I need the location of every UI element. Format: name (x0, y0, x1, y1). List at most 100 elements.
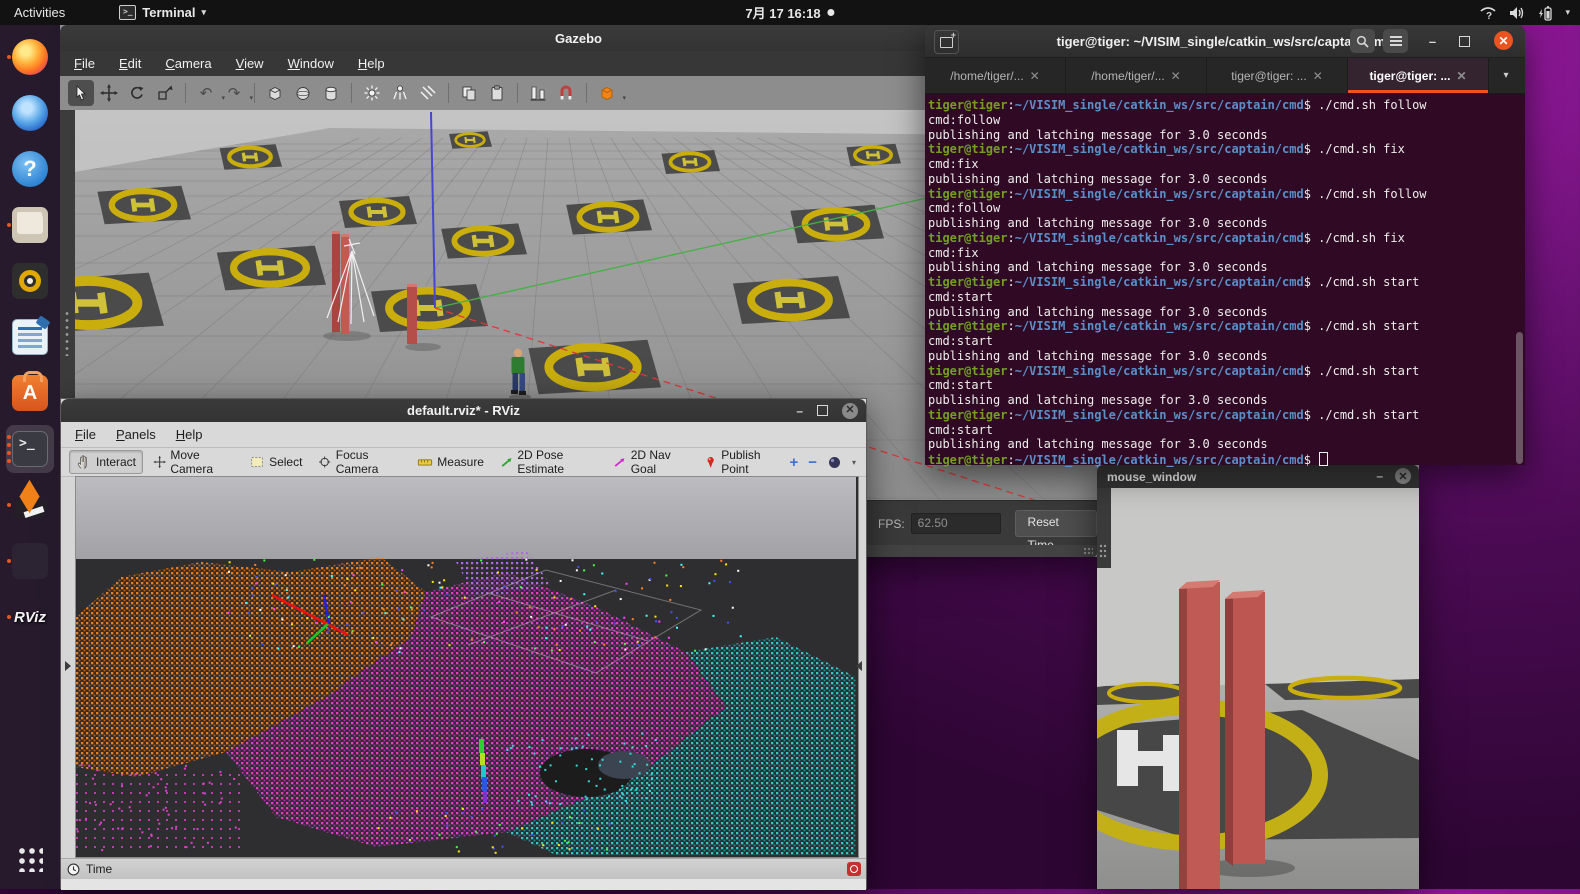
paste-button[interactable] (484, 80, 510, 106)
dock-item-writer[interactable] (6, 313, 54, 361)
terminal-headerbar[interactable]: tiger@tiger: ~/VISIM_single/catkin_ws/sr… (925, 25, 1525, 58)
snap-button[interactable] (553, 80, 579, 106)
redo-button[interactable]: ↷▾ (221, 80, 247, 106)
mouse-window-titlebar[interactable]: mouse_window – ✕ (1097, 465, 1419, 488)
new-tab-button[interactable] (934, 30, 959, 54)
dock-item-terminal[interactable]: >_ (6, 425, 54, 473)
gazebo-menu-edit[interactable]: Edit (119, 56, 141, 71)
translate-button[interactable] (96, 80, 122, 106)
dock-item-firefox[interactable] (6, 33, 54, 81)
publish-point-pin-icon (704, 454, 717, 470)
dock-item-files[interactable] (6, 201, 54, 249)
insert-model-button[interactable]: ▾ (594, 80, 620, 106)
gazebo-menu-file[interactable]: File (74, 56, 95, 71)
tab-label: /home/tiger/... (950, 69, 1023, 83)
mouse-window-3d-scene[interactable] (1097, 488, 1419, 889)
gazebo-menu-view[interactable]: View (236, 56, 264, 71)
time-panel-header[interactable]: Time (61, 858, 866, 879)
helipad (339, 196, 417, 228)
camera-orbit-icon[interactable] (827, 455, 842, 470)
point-light-button[interactable] (359, 80, 385, 106)
zoom-out-button[interactable]: − (808, 454, 817, 471)
rviz-3d-viewport[interactable] (75, 476, 859, 858)
zoom-in-button[interactable]: + (789, 454, 798, 471)
rviz-titlebar[interactable]: default.rviz* - RViz – ✕ (61, 399, 866, 422)
cylinder-button[interactable] (318, 80, 344, 106)
align-button[interactable] (525, 80, 551, 106)
rotate-button[interactable] (124, 80, 150, 106)
tab-close-icon[interactable]: ✕ (1456, 69, 1466, 83)
views-panel-expand-arrow[interactable] (856, 661, 862, 671)
directional-light-button[interactable] (415, 80, 441, 106)
dock-item-help[interactable]: ? (6, 145, 54, 193)
clock-menu[interactable]: 7月 17 16:18 (745, 3, 834, 22)
resize-grip-icon[interactable] (1083, 547, 1093, 555)
rviz-tool-interact[interactable]: Interact (69, 450, 143, 474)
terminal-tab-1[interactable]: /home/tiger/... ✕ (925, 58, 1066, 93)
rviz-tool-2d-nav-goal[interactable]: 2D Nav Goal (607, 451, 693, 473)
rviz-menu-panels[interactable]: Panels (116, 427, 156, 442)
tool-label: 2D Nav Goal (631, 448, 688, 476)
rviz-tool-publish-point[interactable]: Publish Point (698, 451, 786, 473)
fps-value-field[interactable]: 62.50 (911, 513, 1001, 534)
sphere-button[interactable] (290, 80, 316, 106)
focused-app-label: Terminal (142, 5, 195, 20)
dock-item-gazebo[interactable] (6, 481, 54, 529)
displays-panel-expand-arrow[interactable] (65, 661, 71, 671)
close-button[interactable]: ✕ (1395, 468, 1411, 484)
close-button[interactable]: ✕ (1494, 31, 1513, 50)
snap-icon (557, 84, 575, 102)
box-button[interactable] (262, 80, 288, 106)
tab-close-icon[interactable]: ✕ (1313, 69, 1323, 83)
scrollbar-thumb[interactable] (1516, 332, 1523, 464)
scale-button[interactable] (152, 80, 178, 106)
terminal-output-line: publishing and latching message for 3.0 … (928, 437, 1525, 452)
left-panel-handle[interactable] (1097, 488, 1111, 568)
spot-light-button[interactable] (387, 80, 413, 106)
rviz-menu-help[interactable]: Help (176, 427, 203, 442)
dock-item-unknown[interactable] (6, 537, 54, 585)
copy-button[interactable] (456, 80, 482, 106)
terminal-tab-4[interactable]: tiger@tiger: ...✕ (1348, 58, 1489, 93)
undo-button[interactable]: ↶▾ (193, 80, 219, 106)
rviz-tool-select[interactable]: Select (243, 451, 308, 473)
minimize-button[interactable]: – (1420, 29, 1445, 53)
system-status-area[interactable]: ? ▾ (1480, 0, 1570, 25)
tab-close-icon[interactable]: ✕ (1171, 69, 1181, 83)
minimize-button[interactable]: – (1376, 469, 1383, 483)
terminal-content[interactable]: tiger@tiger:~/VISIM_single/catkin_ws/src… (925, 94, 1525, 467)
terminal-title: tiger@tiger: ~/VISIM_single/catkin_ws/sr… (1057, 34, 1394, 49)
helipad (846, 144, 901, 166)
reset-time-button[interactable]: Reset Time (1015, 510, 1097, 537)
rviz-tool-measure[interactable]: Measure (411, 451, 490, 473)
dock-item-rviz[interactable]: RViz (6, 593, 54, 641)
show-applications-button[interactable] (6, 835, 54, 883)
tab-close-icon[interactable]: ✕ (1030, 69, 1040, 83)
terminal-tab-bar: /home/tiger/...✕/home/tiger/...✕tiger@ti… (925, 58, 1525, 94)
gazebo-menu-help[interactable]: Help (358, 56, 385, 71)
menu-button[interactable] (1383, 29, 1408, 53)
close-button[interactable]: ✕ (842, 403, 858, 419)
dock-item-rhythmbox[interactable] (6, 257, 54, 305)
terminal-tab-2[interactable]: /home/tiger/...✕ (1066, 58, 1207, 93)
rviz-tool-focus-camera[interactable]: Focus Camera (312, 451, 407, 473)
focused-app-menu[interactable]: >_ Terminal ▾ (119, 5, 206, 20)
rviz-menu-file[interactable]: File (75, 427, 96, 442)
minimize-button[interactable]: – (796, 405, 803, 417)
activities-button[interactable]: Activities (0, 0, 79, 25)
tab-list-dropdown-button[interactable]: ▾ (1489, 58, 1523, 93)
maximize-button[interactable] (817, 405, 828, 416)
gazebo-menu-camera[interactable]: Camera (165, 56, 211, 71)
search-button[interactable] (1350, 29, 1375, 53)
terminal-prompt-line: tiger@tiger:~/VISIM_single/catkin_ws/src… (928, 98, 1525, 113)
gazebo-menu-window[interactable]: Window (288, 56, 334, 71)
select-arrow-button[interactable] (68, 80, 94, 106)
dock-item-thunderbird[interactable] (6, 89, 54, 137)
dock-item-software[interactable]: A (6, 369, 54, 417)
time-panel-close-button[interactable] (847, 862, 861, 876)
maximize-button[interactable] (1452, 29, 1477, 53)
rviz-tool-2d-pose-estimate[interactable]: 2D Pose Estimate (494, 451, 603, 473)
terminal-output-line: cmd:start (928, 423, 1525, 438)
terminal-tab-3[interactable]: tiger@tiger: ...✕ (1207, 58, 1348, 93)
rviz-tool-move-camera[interactable]: Move Camera (147, 451, 239, 473)
